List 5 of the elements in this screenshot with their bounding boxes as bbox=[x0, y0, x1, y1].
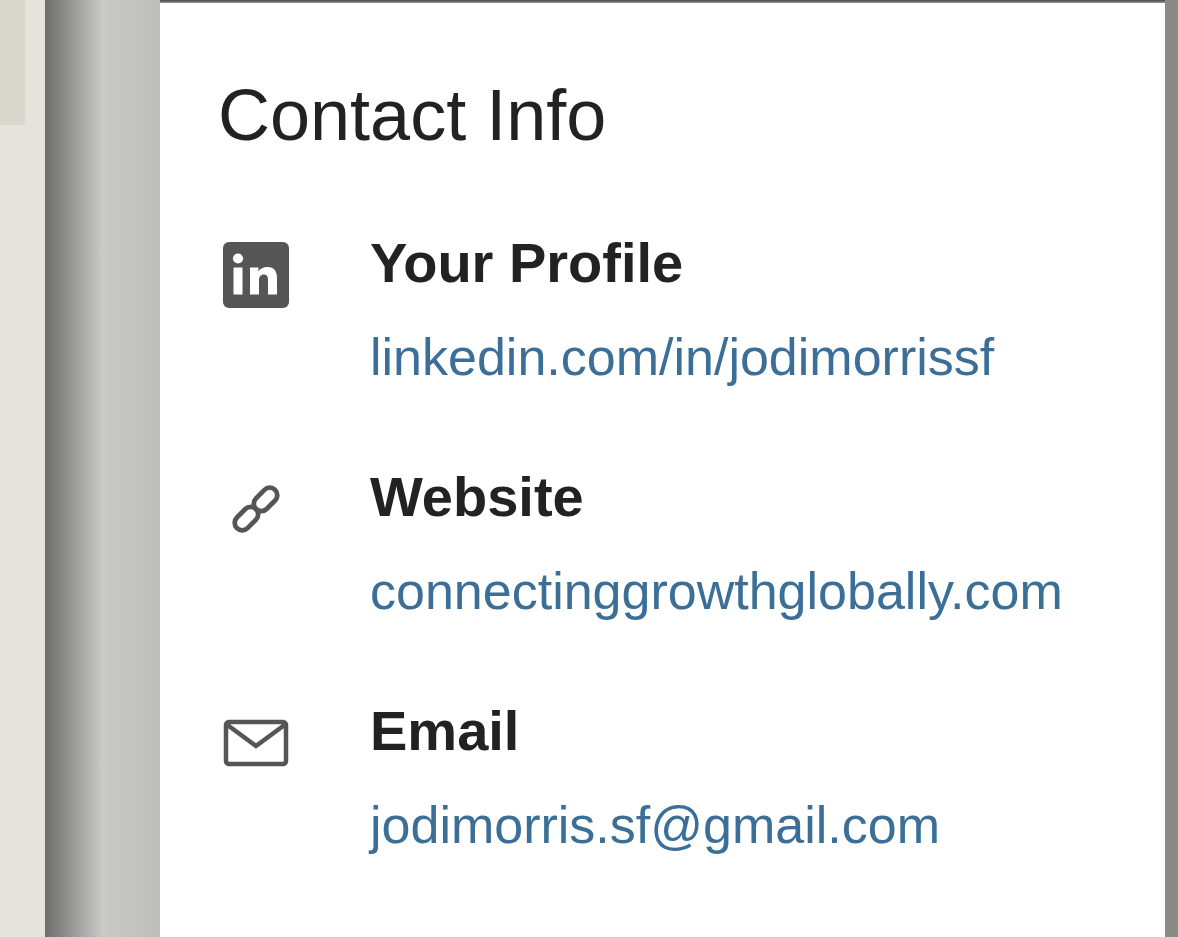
section-heading: Contact Info bbox=[218, 79, 608, 151]
contact-label: Your Profile bbox=[370, 235, 685, 291]
contact-label: Website bbox=[370, 469, 585, 525]
contact-label: Email bbox=[370, 703, 521, 759]
in-logo-icon bbox=[220, 239, 292, 311]
